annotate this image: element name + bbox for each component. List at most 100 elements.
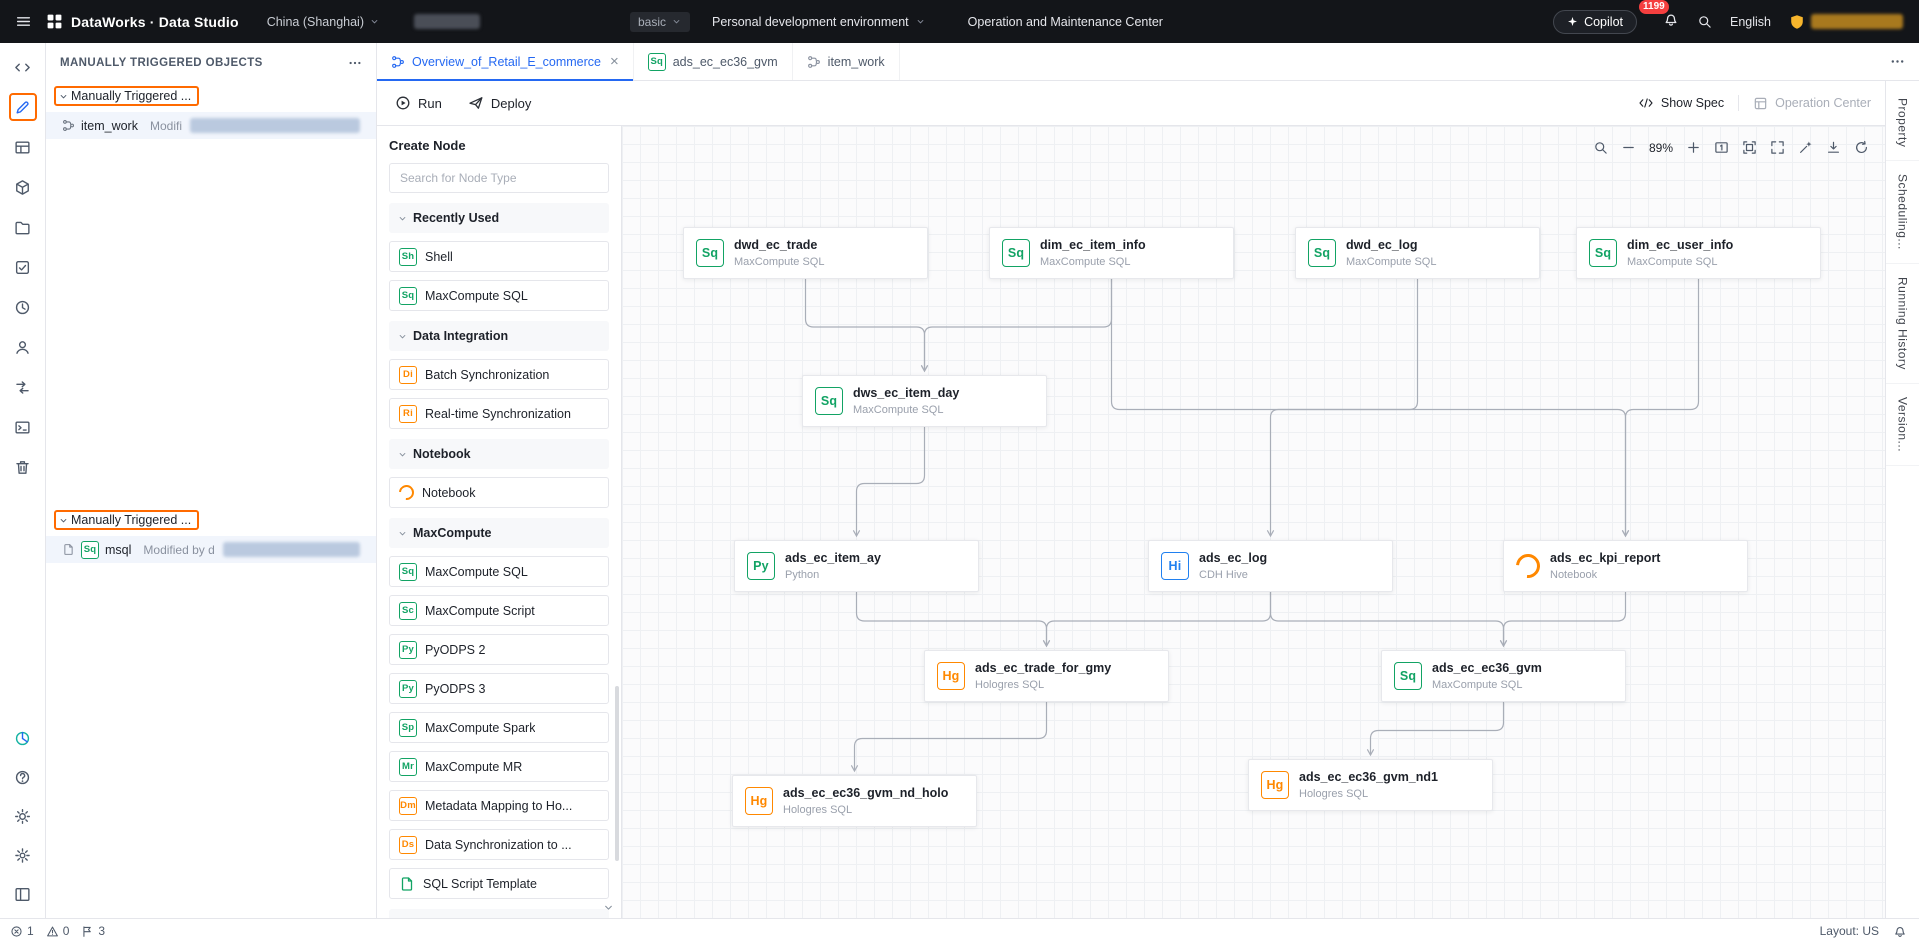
node-type-PyODPS 3[interactable]: PyPyODPS 3 (389, 673, 609, 704)
dag-canvas[interactable]: Sqdwd_ec_tradeMaxCompute SQL Sqdim_ec_ite… (622, 126, 1885, 918)
workspace-selector[interactable]: Personal development environment (712, 15, 926, 29)
fullscreen-icon[interactable] (1770, 140, 1785, 155)
account-button[interactable] (1789, 14, 1903, 30)
tabstrip-more-icon[interactable] (1876, 43, 1919, 80)
panel-scrollbar[interactable] (615, 686, 619, 861)
right-tab-scheduling[interactable]: Scheduling... (1886, 161, 1919, 264)
dag-node-ads_ec_ec36_gvm_nd1[interactable]: Hgads_ec_ec36_gvm_nd1Hologres SQL (1248, 759, 1493, 811)
rail-tables-button[interactable] (9, 133, 37, 161)
problems-warnings[interactable]: 0 (46, 924, 70, 938)
dag-node-dwd_ec_trade[interactable]: Sqdwd_ec_tradeMaxCompute SQL (683, 227, 928, 279)
rail-settings-button[interactable] (9, 841, 37, 869)
tree-item-item_work[interactable]: item_workModifi (46, 112, 376, 139)
dag-node-dim_ec_user_info[interactable]: Sqdim_ec_user_infoMaxCompute SQL (1576, 227, 1821, 279)
tab-ads_ec_ec36_gvm[interactable]: Sqads_ec_ec36_gvm (634, 43, 793, 80)
node-type-PyODPS 2[interactable]: PyPyODPS 2 (389, 634, 609, 665)
product-logo[interactable]: DataWorks · Data Studio (46, 13, 239, 30)
rail-usage-button[interactable] (9, 724, 37, 752)
tab-item_work[interactable]: item_work (793, 43, 900, 80)
node-type-Real-time Synchronization[interactable]: RiReal-time Synchronization (389, 398, 609, 429)
rail-panels-button[interactable] (9, 880, 37, 908)
refresh-icon[interactable] (1854, 140, 1869, 155)
node-subtitle: MaxCompute SQL (853, 404, 959, 416)
rail-theme-button[interactable] (9, 802, 37, 830)
node-type-Notebook[interactable]: Notebook (389, 477, 609, 508)
dag-node-dim_ec_item_info[interactable]: Sqdim_ec_item_infoMaxCompute SQL (989, 227, 1234, 279)
mode-badge[interactable]: basic (630, 12, 690, 32)
show-spec-button[interactable]: Show Spec (1638, 95, 1724, 111)
node-type-search-input[interactable] (389, 163, 609, 193)
dag-node-dwd_ec_log[interactable]: Sqdwd_ec_logMaxCompute SQL (1295, 227, 1540, 279)
right-tab-running-history[interactable]: Running History (1886, 264, 1919, 384)
language-selector[interactable]: English (1730, 15, 1771, 29)
scroll-down-icon[interactable] (602, 901, 615, 914)
node-type-MaxCompute Spark[interactable]: SpMaxCompute Spark (389, 712, 609, 743)
zoom-in-icon[interactable] (1686, 140, 1701, 155)
tree-item-msql[interactable]: SqmsqlModified by d (46, 536, 376, 563)
node-type-MaxCompute SQL[interactable]: SqMaxCompute SQL (389, 280, 609, 311)
node-type-MaxCompute SQL[interactable]: SqMaxCompute SQL (389, 556, 609, 587)
section-MaxCompute[interactable]: MaxCompute (389, 518, 609, 548)
copilot-button[interactable]: Copilot (1553, 10, 1637, 34)
auto-layout-icon[interactable] (1798, 140, 1813, 155)
node-type-label: PyODPS 3 (425, 682, 485, 696)
section-Notebook[interactable]: Notebook (389, 439, 609, 469)
layout-label[interactable]: Layout: US (1820, 924, 1879, 938)
node-type-Data Synchronization to ...[interactable]: DsData Synchronization to ... (389, 829, 609, 860)
announcement-icon[interactable] (1893, 924, 1907, 938)
rail-lineage-button[interactable] (9, 373, 37, 401)
node-type-Metadata Mapping to Ho...[interactable]: DmMetadata Mapping to Ho... (389, 790, 609, 821)
sidebar-more-icon[interactable] (348, 56, 362, 70)
section-Hologres[interactable]: Hologres (389, 909, 609, 918)
section-Recently Used[interactable]: Recently Used (389, 203, 609, 233)
export-image-icon[interactable] (1826, 140, 1841, 155)
problems-errors[interactable]: 1 (10, 924, 34, 938)
operation-center-button[interactable]: Operation Center (1753, 96, 1871, 111)
rail-console-button[interactable] (9, 413, 37, 441)
rail-resources-button[interactable] (9, 173, 37, 201)
tab-Overview_of_Retail_E_commerce[interactable]: Overview_of_Retail_E_commerce× (377, 43, 634, 80)
rail-recycle-bin-button[interactable] (9, 453, 37, 481)
group-label-highlight[interactable]: Manually Triggered ... (54, 510, 199, 530)
rail-help-button[interactable] (9, 763, 37, 791)
right-tab-version[interactable]: Version... (1886, 384, 1919, 466)
settings-icon (14, 847, 31, 864)
dag-node-ads_ec_item_ay[interactable]: Pyads_ec_item_ayPython (734, 540, 979, 592)
rail-approvals-button[interactable] (9, 253, 37, 281)
rail-manual-workflow-button[interactable] (9, 93, 37, 121)
dag-node-dws_ec_item_day[interactable]: Sqdws_ec_item_dayMaxCompute SQL (802, 375, 1047, 427)
node-type-SQL Script Template[interactable]: SQL Script Template (389, 868, 609, 899)
global-search-icon[interactable] (1697, 14, 1712, 29)
actual-size-icon[interactable] (1714, 140, 1729, 155)
node-type-MaxCompute MR[interactable]: MrMaxCompute MR (389, 751, 609, 782)
rail-data-studio-button[interactable] (9, 53, 37, 81)
group-label-highlight[interactable]: Manually Triggered ... (54, 86, 199, 106)
node-subtitle: Hologres SQL (783, 804, 948, 816)
node-type-Shell[interactable]: ShShell (389, 241, 609, 272)
dag-node-ads_ec_ec36_gvm_nd_holo[interactable]: Hgads_ec_ec36_gvm_nd_holoHologres SQL (732, 775, 977, 827)
chevron-down-icon (671, 16, 682, 27)
region-selector[interactable]: China (Shanghai) (267, 15, 380, 29)
zoom-out-icon[interactable] (1621, 140, 1636, 155)
fit-view-icon[interactable] (1742, 140, 1757, 155)
rail-history-button[interactable] (9, 293, 37, 321)
right-tab-property[interactable]: Property (1886, 85, 1919, 161)
group-header: Manually Triggered ... (46, 80, 376, 112)
problems-flags[interactable]: 3 (81, 924, 105, 938)
dag-node-ads_ec_trade_for_gmy[interactable]: Hgads_ec_trade_for_gmyHologres SQL (924, 650, 1169, 702)
dag-node-ads_ec_ec36_gvm[interactable]: Sqads_ec_ec36_gvmMaxCompute SQL (1381, 650, 1626, 702)
dag-node-ads_ec_kpi_report[interactable]: ads_ec_kpi_reportNotebook (1503, 540, 1748, 592)
close-tab-icon[interactable]: × (610, 54, 619, 69)
node-type-MaxCompute Script[interactable]: ScMaxCompute Script (389, 595, 609, 626)
nav-operation-maintenance-center[interactable]: Operation and Maintenance Center (968, 15, 1163, 29)
main-menu-button[interactable] (0, 0, 46, 43)
run-button[interactable]: Run (395, 95, 442, 111)
canvas-search-icon[interactable] (1593, 140, 1608, 155)
dag-node-ads_ec_log[interactable]: Hiads_ec_logCDH Hive (1148, 540, 1393, 592)
section-Data Integration[interactable]: Data Integration (389, 321, 609, 351)
rail-catalog-button[interactable] (9, 213, 37, 241)
notifications-button[interactable]: 1199 (1663, 11, 1679, 32)
rail-tenant-button[interactable] (9, 333, 37, 361)
deploy-button[interactable]: Deploy (468, 95, 531, 111)
node-type-Batch Synchronization[interactable]: DiBatch Synchronization (389, 359, 609, 390)
